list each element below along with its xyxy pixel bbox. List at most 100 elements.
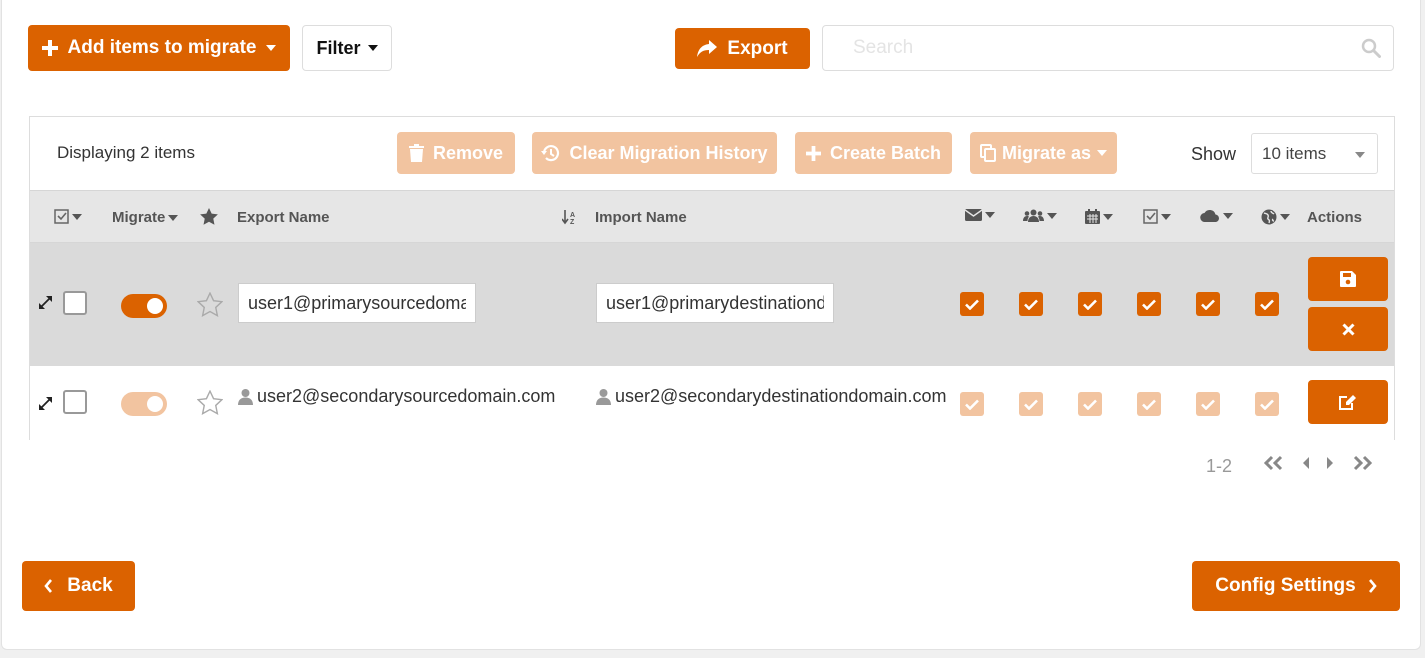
- migrate-toggle[interactable]: [121, 392, 167, 416]
- globe-checkbox[interactable]: [1255, 292, 1279, 316]
- calendar-checkbox[interactable]: [1078, 392, 1102, 416]
- svg-text:Z: Z: [570, 219, 575, 225]
- contacts-checkbox[interactable]: [1019, 292, 1043, 316]
- chevron-left-icon: [44, 579, 53, 593]
- share-icon: [697, 39, 718, 57]
- import-name-header[interactable]: Import Name: [595, 209, 687, 226]
- check-icon: [1142, 299, 1156, 310]
- globe-checkbox[interactable]: [1255, 392, 1279, 416]
- tasks-icon: [1143, 209, 1158, 224]
- table-header: Migrate Export Name AZ Import Name Actio…: [30, 190, 1394, 243]
- row-select-checkbox[interactable]: [63, 390, 87, 414]
- edit-icon: [1339, 394, 1356, 410]
- edit-button[interactable]: [1308, 380, 1388, 424]
- add-items-label: Add items to migrate: [67, 37, 257, 58]
- page-size-select[interactable]: 10 items: [1251, 133, 1378, 174]
- export-name-header[interactable]: Export Name: [237, 209, 330, 226]
- check-icon: [965, 399, 979, 410]
- chevron-down-icon: [985, 212, 995, 218]
- last-page-icon[interactable]: [1352, 455, 1372, 471]
- next-page-icon[interactable]: [1325, 455, 1335, 471]
- chevron-down-icon: [1280, 214, 1290, 220]
- migrate-column-header[interactable]: Migrate: [112, 209, 179, 226]
- star-outline-icon[interactable]: [197, 292, 223, 317]
- close-icon: [1341, 322, 1355, 336]
- filter-label: Filter: [316, 37, 361, 58]
- search-icon[interactable]: [1361, 38, 1381, 58]
- clear-migration-history-button[interactable]: Clear Migration History: [532, 132, 777, 174]
- chevron-down-icon: [72, 213, 82, 220]
- table-row: [30, 243, 1394, 366]
- cancel-button[interactable]: [1308, 307, 1388, 351]
- check-icon: [965, 299, 979, 310]
- check-icon: [1083, 299, 1097, 310]
- pagination-range: 1-2: [1206, 456, 1233, 476]
- search-input[interactable]: [823, 26, 1343, 70]
- config-label: Config Settings: [1215, 575, 1356, 596]
- cloud-checkbox[interactable]: [1196, 392, 1220, 416]
- cloud-icon: [1200, 210, 1219, 222]
- export-name-text: user2@secondarysourcedomain.com: [257, 386, 556, 406]
- calendar-icon: [1085, 209, 1100, 224]
- save-icon: [1340, 271, 1356, 287]
- calendar-checkbox[interactable]: [1078, 292, 1102, 316]
- import-name-text: user2@secondarydestinationdomain.com: [615, 386, 947, 406]
- import-name-input[interactable]: [596, 283, 834, 323]
- sort-icon[interactable]: AZ: [562, 210, 578, 225]
- calendar-column-dropdown[interactable]: [1085, 209, 1113, 224]
- migrate-as-label: Migrate as: [1001, 142, 1092, 163]
- export-name-cell: user2@secondarysourcedomain.com: [238, 386, 555, 407]
- back-button[interactable]: Back: [22, 561, 135, 611]
- contacts-icon: [1023, 209, 1044, 222]
- history-icon: [541, 145, 560, 162]
- mail-checkbox[interactable]: [960, 292, 984, 316]
- add-items-to-migrate-button[interactable]: Add items to migrate: [28, 25, 290, 71]
- tasks-column-dropdown[interactable]: [1143, 209, 1171, 224]
- first-page-icon[interactable]: [1264, 455, 1284, 471]
- clear-history-label: Clear Migration History: [569, 142, 768, 163]
- export-name-input[interactable]: [238, 283, 476, 323]
- star-icon: [200, 208, 218, 225]
- tasks-checkbox[interactable]: [1137, 292, 1161, 316]
- filter-dropdown[interactable]: Filter: [302, 25, 392, 71]
- star-outline-icon[interactable]: [197, 390, 223, 415]
- chevron-down-icon: [1097, 150, 1108, 156]
- chevron-down-icon: [1103, 213, 1113, 220]
- migrate-toggle[interactable]: [121, 294, 167, 318]
- globe-icon: [1261, 209, 1277, 225]
- trash-icon: [408, 144, 424, 162]
- globe-column-dropdown[interactable]: [1261, 209, 1290, 225]
- tasks-checkbox[interactable]: [1137, 392, 1161, 416]
- remove-label: Remove: [432, 142, 504, 163]
- select-all-dropdown[interactable]: [54, 209, 82, 224]
- mail-checkbox[interactable]: [960, 392, 984, 416]
- chevron-down-icon: [168, 214, 179, 221]
- export-button[interactable]: Export: [675, 28, 810, 69]
- expand-icon[interactable]: [38, 295, 53, 310]
- expand-icon[interactable]: [38, 396, 53, 411]
- remove-button[interactable]: Remove: [397, 132, 515, 174]
- mail-column-dropdown[interactable]: [965, 209, 995, 221]
- check-icon: [1260, 299, 1274, 310]
- svg-text:A: A: [570, 212, 575, 219]
- prev-page-icon[interactable]: [1301, 455, 1311, 471]
- cloud-checkbox[interactable]: [1196, 292, 1220, 316]
- contacts-checkbox[interactable]: [1019, 392, 1043, 416]
- contacts-column-dropdown[interactable]: [1023, 209, 1057, 222]
- cloud-column-dropdown[interactable]: [1200, 209, 1233, 222]
- check-icon: [1024, 399, 1038, 410]
- create-batch-button[interactable]: Create Batch: [795, 132, 952, 174]
- chevron-down-icon: [1161, 213, 1171, 220]
- display-count: Displaying 2 items: [57, 143, 195, 162]
- migrate-as-button[interactable]: Migrate as: [970, 132, 1117, 174]
- user-icon: [596, 388, 611, 405]
- config-settings-button[interactable]: Config Settings: [1192, 561, 1400, 611]
- save-button[interactable]: [1308, 257, 1388, 301]
- back-label: Back: [67, 575, 113, 596]
- import-name-cell: user2@secondarydestinationdomain.com: [596, 386, 946, 407]
- row-select-checkbox[interactable]: [63, 291, 87, 315]
- check-icon: [1201, 399, 1215, 410]
- search-box: [822, 25, 1394, 71]
- chevron-down-icon: [1047, 212, 1057, 219]
- chevron-down-icon: [1355, 152, 1365, 158]
